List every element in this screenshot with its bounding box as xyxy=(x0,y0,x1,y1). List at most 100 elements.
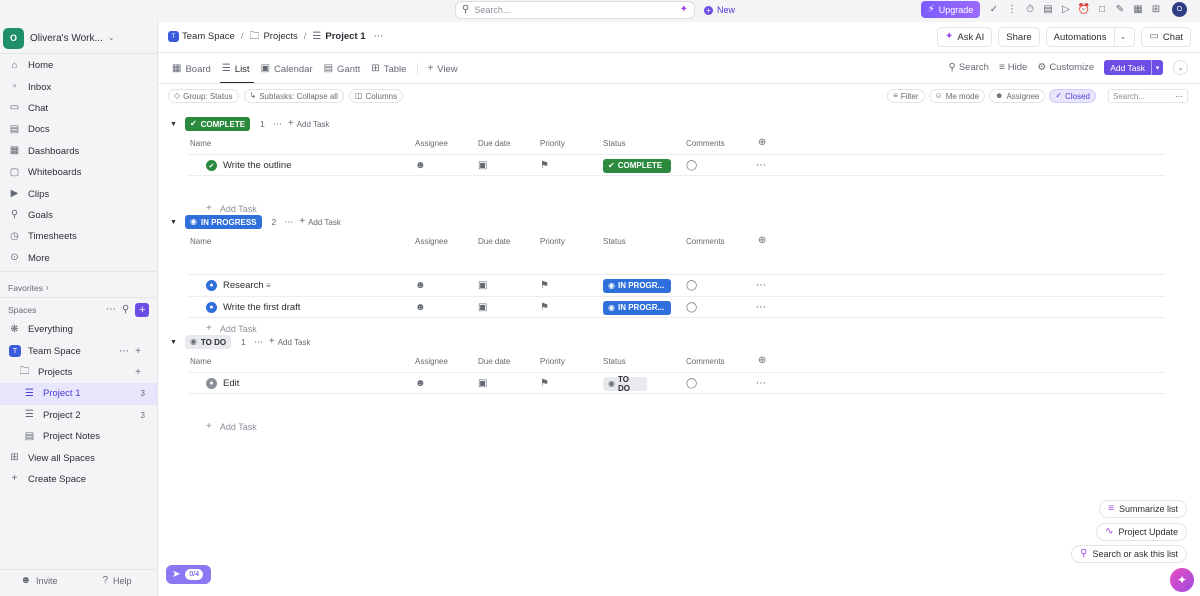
add-view-button[interactable]: + View xyxy=(427,64,457,75)
col-name[interactable]: Name xyxy=(190,237,211,246)
ai-icon[interactable]: ✦ xyxy=(680,5,688,15)
assign-user-icon[interactable]: ☻ xyxy=(415,280,426,291)
more-dots-icon[interactable]: ⋯ xyxy=(756,280,766,291)
nav-item-goals[interactable]: ⚲ Goals xyxy=(0,205,157,226)
tab-list[interactable]: ☰ List xyxy=(222,64,250,75)
col-comments[interactable]: Comments xyxy=(686,139,725,148)
status-pill[interactable]: ◉ IN PROGR... xyxy=(603,300,671,315)
add-column-icon[interactable]: ⊕ xyxy=(758,235,766,246)
table-row[interactable]: ● Research ≡ ☻ ▣ ⚑ ◉ IN PROGR... ◯ ⋯ xyxy=(188,274,1165,296)
more-dots-icon[interactable]: ⋯ xyxy=(254,337,263,348)
add-task-button[interactable]: Add Task ▾ xyxy=(1104,60,1163,75)
col-priority[interactable]: Priority xyxy=(540,139,565,148)
doc-icon[interactable]: □ xyxy=(1096,3,1108,16)
hide-button[interactable]: ≡ Hide xyxy=(999,62,1027,73)
col-priority[interactable]: Priority xyxy=(540,237,565,246)
add-task-row[interactable]: + Add Task xyxy=(206,204,257,215)
group-status-pill[interactable]: ◉ TO DO xyxy=(184,335,232,349)
nav-item-clips[interactable]: ▶ Clips xyxy=(0,183,157,204)
status-pill[interactable]: ◉ TO DO xyxy=(603,375,647,393)
subtasks-chip[interactable]: ↳ Subtasks: Collapse all xyxy=(243,89,344,103)
dots-icon[interactable]: ⋮ xyxy=(1006,3,1018,16)
check-circle-icon[interactable]: ✓ xyxy=(988,3,1000,16)
status-complete-icon[interactable]: ✔ xyxy=(206,160,217,171)
more-dots-icon[interactable]: ⋯ xyxy=(756,160,766,171)
assign-user-icon[interactable]: ☻ xyxy=(415,302,426,313)
flag-icon[interactable]: ⚑ xyxy=(540,302,549,313)
group-status-pill[interactable]: ✔ COMPLETE xyxy=(184,117,251,131)
nav-item-chat[interactable]: ▭ Chat xyxy=(0,98,157,119)
ai-assistant-button[interactable]: ✦ xyxy=(1170,568,1194,592)
more-dots-icon[interactable]: ⋯ xyxy=(374,31,384,42)
caret-down-icon[interactable]: ▼ xyxy=(170,121,177,128)
tab-table[interactable]: ⊞ Table xyxy=(371,64,406,75)
video-icon[interactable]: ▷ xyxy=(1060,3,1072,16)
nav-item-timesheets[interactable]: ◷ Timesheets xyxy=(0,226,157,247)
search-tasks-button[interactable]: ⚲ Search xyxy=(949,62,989,73)
closed-chip[interactable]: ✓ Closed xyxy=(1049,89,1096,103)
upgrade-button[interactable]: ⚡ Upgrade xyxy=(921,1,980,18)
caret-down-icon[interactable]: ▼ xyxy=(170,339,177,346)
nav-item-more[interactable]: ⊙ More xyxy=(0,248,157,269)
global-search[interactable]: ⚲ Search... ✦ xyxy=(455,1,695,19)
col-priority[interactable]: Priority xyxy=(540,357,565,366)
col-due-date[interactable]: Due date xyxy=(478,237,510,246)
task-name[interactable]: Write the outline xyxy=(223,155,291,176)
search-icon[interactable]: ⚲ xyxy=(122,305,129,315)
status-todo-icon[interactable]: ● xyxy=(206,378,217,389)
status-in-progress-icon[interactable]: ● xyxy=(206,280,217,291)
group-add-task[interactable]: + Add Task xyxy=(299,217,341,227)
space-everything[interactable]: ❋ Everything xyxy=(0,319,157,340)
ask-ai-button[interactable]: ✦ Ask AI xyxy=(936,27,993,47)
nav-item-home[interactable]: ⌂ Home xyxy=(0,55,157,76)
task-name[interactable]: Research xyxy=(223,275,264,296)
space-team-space[interactable]: T Team Space ⋯+ xyxy=(0,340,157,361)
crumb-team-space[interactable]: Team Space xyxy=(182,31,235,42)
comment-icon[interactable]: ◯ xyxy=(686,160,697,171)
tab-calendar[interactable]: ▣ Calendar xyxy=(261,64,313,75)
col-due-date[interactable]: Due date xyxy=(478,139,510,148)
col-due-date[interactable]: Due date xyxy=(478,357,510,366)
add-space-button[interactable]: + xyxy=(135,303,150,317)
calendar-icon[interactable]: ▣ xyxy=(478,302,487,313)
list-project-1[interactable]: ☰ Project 1 3 xyxy=(0,383,157,405)
list-search-input[interactable]: Search... ⋯ xyxy=(1108,89,1188,103)
customize-button[interactable]: ⚙ Customize xyxy=(1037,62,1094,73)
group-by-chip[interactable]: ◇ Group: Status xyxy=(168,89,239,103)
invite-button[interactable]: ☻ Invite xyxy=(0,576,78,587)
comment-icon[interactable]: ◯ xyxy=(686,302,697,313)
status-pill[interactable]: ◉ IN PROGR... xyxy=(603,278,671,293)
user-avatar[interactable]: O xyxy=(1172,2,1187,17)
comment-icon[interactable]: ◯ xyxy=(686,378,697,389)
more-dots-icon[interactable]: ⋯ xyxy=(1175,92,1183,101)
chat-button[interactable]: ▭ Chat xyxy=(1141,27,1191,47)
col-assignee[interactable]: Assignee xyxy=(415,139,448,148)
col-status[interactable]: Status xyxy=(603,237,626,246)
comment-icon[interactable]: ◯ xyxy=(686,280,697,291)
apps-icon[interactable]: ▦ xyxy=(1132,3,1144,16)
new-button[interactable]: + New xyxy=(698,2,741,18)
more-dots-icon[interactable]: ⋯ xyxy=(106,305,116,315)
automations-button[interactable]: Automations ⌄ xyxy=(1045,27,1136,47)
task-name[interactable]: Write the first draft xyxy=(223,297,300,318)
status-in-progress-icon[interactable]: ● xyxy=(206,302,217,313)
nav-item-dashboards[interactable]: ▦ Dashboards xyxy=(0,141,157,162)
col-name[interactable]: Name xyxy=(190,139,211,148)
flag-icon[interactable]: ⚑ xyxy=(540,280,549,291)
chevron-down-icon[interactable]: ⌄ xyxy=(1114,28,1130,46)
col-assignee[interactable]: Assignee xyxy=(415,237,448,246)
onboarding-launcher[interactable]: ➤ 0/4 xyxy=(166,565,211,584)
summarize-list-button[interactable]: ≡ Summarize list xyxy=(1099,500,1187,518)
col-comments[interactable]: Comments xyxy=(686,357,725,366)
whiteboard-icon[interactable]: ✎ xyxy=(1114,3,1126,16)
view-all-spaces[interactable]: ⊞ View all Spaces xyxy=(0,447,157,468)
caret-down-icon[interactable]: ▼ xyxy=(170,219,177,226)
more-dots-icon[interactable]: ⋯ xyxy=(284,217,293,228)
col-status[interactable]: Status xyxy=(603,139,626,148)
col-status[interactable]: Status xyxy=(603,357,626,366)
create-space[interactable]: + Create Space xyxy=(0,469,157,490)
table-row[interactable]: ● Write the first draft ☻ ▣ ⚑ ◉ IN PROGR.… xyxy=(188,296,1165,318)
add-column-icon[interactable]: ⊕ xyxy=(758,137,766,148)
chevron-down-icon[interactable]: ▾ xyxy=(1151,60,1163,75)
table-row[interactable]: ✔ Write the outline ☻ ▣ ⚑ ✔ COMPLETE ◯ ⋯ xyxy=(188,154,1165,176)
